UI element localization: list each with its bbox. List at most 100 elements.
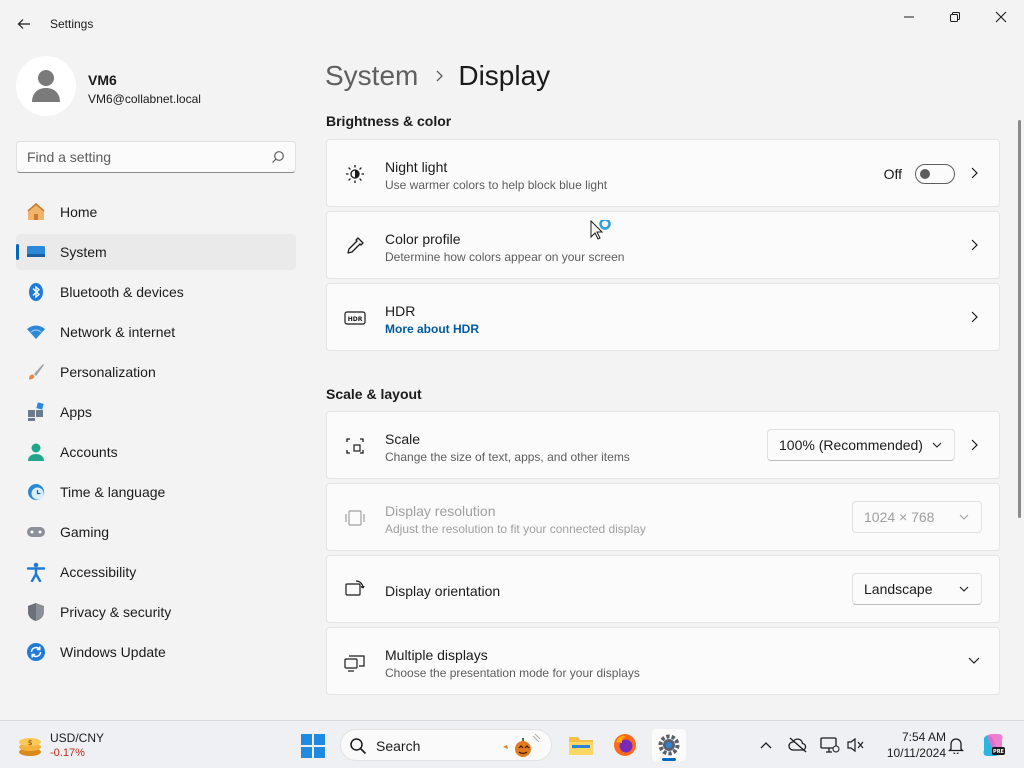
firefox-button[interactable]	[608, 729, 642, 761]
sidebar-item-label: Network & internet	[60, 324, 176, 340]
sidebar-item-home[interactable]: Home	[16, 194, 296, 230]
section-title-scale-layout: Scale & layout	[326, 386, 422, 402]
clock-globe-icon	[26, 482, 46, 502]
settings-taskbar-button[interactable]	[652, 729, 686, 761]
scale-dropdown-value: 100% (Recommended)	[779, 437, 923, 453]
bell-icon	[948, 738, 964, 754]
show-hidden-icons-button[interactable]	[756, 735, 776, 755]
resolution-icon	[344, 507, 366, 529]
orientation-icon	[344, 579, 366, 601]
sidebar-item-system[interactable]: System	[16, 234, 296, 270]
sidebar-item-label: Home	[60, 204, 98, 220]
page-title: Display	[458, 60, 551, 91]
night-light-card[interactable]: Night light Use warmer colors to help bl…	[326, 139, 1000, 207]
sidebar-item-label: Accounts	[60, 444, 118, 460]
chevron-right-icon[interactable]	[967, 438, 981, 452]
accessibility-icon	[26, 562, 46, 582]
copilot-button[interactable]: PRE	[980, 732, 1006, 758]
sidebar-item-label: Bluetooth & devices	[60, 284, 184, 300]
sidebar-item-windows-update[interactable]: Windows Update	[16, 634, 296, 670]
clock-date: 10/11/2024	[886, 746, 946, 760]
multiple-displays-subtitle: Choose the presentation mode for your di…	[385, 666, 640, 680]
orientation-dropdown[interactable]: Landscape	[852, 573, 982, 605]
chevron-down-icon[interactable]	[967, 654, 981, 668]
accounts-icon	[26, 442, 46, 462]
stock-widget[interactable]: $ USD/CNY -0.17%	[16, 729, 126, 761]
brightness-icon	[344, 163, 366, 185]
sidebar-item-gaming[interactable]: Gaming	[16, 514, 296, 550]
network-tray-button[interactable]	[788, 735, 808, 755]
clock-time: 7:54 AM	[901, 730, 946, 744]
monitor-icon	[820, 737, 840, 753]
scale-dropdown[interactable]: 100% (Recommended)	[767, 429, 955, 461]
color-profile-card[interactable]: Color profile Determine how colors appea…	[326, 211, 1000, 279]
resolution-dropdown: 1024 × 768	[852, 501, 982, 533]
search-input[interactable]	[27, 148, 262, 166]
search-icon[interactable]	[271, 150, 285, 164]
hdr-card[interactable]: HDR HDR More about HDR	[326, 283, 1000, 351]
display-orientation-card[interactable]: Display orientation Landscape	[326, 555, 1000, 623]
night-light-toggle-group: Off	[884, 164, 955, 184]
sidebar-item-accounts[interactable]: Accounts	[16, 434, 296, 470]
search-icon	[350, 738, 367, 755]
chevron-right-icon[interactable]	[967, 166, 981, 180]
title-bar: Settings	[0, 0, 1024, 48]
scale-icon	[344, 435, 366, 457]
apps-icon	[26, 402, 46, 422]
sidebar-item-label: Accessibility	[60, 564, 137, 580]
volume-tray-button[interactable]	[846, 735, 866, 755]
pumpkin-icon	[503, 733, 541, 757]
sidebar-item-label: Privacy & security	[60, 604, 172, 620]
sidebar-item-accessibility[interactable]: Accessibility	[16, 554, 296, 590]
scale-card[interactable]: Scale Change the size of text, apps, and…	[326, 411, 1000, 479]
copilot-icon: PRE	[983, 734, 1005, 756]
multiple-displays-icon	[344, 651, 366, 673]
brush-icon	[26, 362, 46, 382]
hdr-title: HDR	[385, 303, 416, 319]
resolution-dropdown-value: 1024 × 768	[864, 509, 935, 525]
chevron-down-icon	[959, 514, 969, 520]
breadcrumb-parent[interactable]: System	[325, 60, 418, 92]
orientation-dropdown-value: Landscape	[864, 581, 933, 597]
sidebar-nav: Home System Bluetooth & devices Network …	[16, 194, 296, 674]
breadcrumb: System Display	[325, 58, 550, 94]
taskbar-search[interactable]: Search	[340, 729, 552, 761]
chevron-right-icon	[434, 70, 444, 82]
sidebar-item-network[interactable]: Network & internet	[16, 314, 296, 350]
start-button[interactable]	[300, 733, 326, 759]
night-light-toggle[interactable]	[915, 164, 955, 184]
user-profile[interactable]: VM6 VM6@collabnet.local	[16, 56, 296, 118]
sidebar-item-time-language[interactable]: Time & language	[16, 474, 296, 510]
settings-icon	[658, 734, 680, 756]
minimize-button[interactable]	[886, 4, 932, 30]
back-button[interactable]	[10, 10, 38, 38]
sidebar-item-label: Gaming	[60, 524, 110, 540]
display-tray-button[interactable]	[820, 735, 840, 755]
multiple-displays-card[interactable]: Multiple displays Choose the presentatio…	[326, 627, 1000, 695]
chevron-up-icon	[760, 742, 772, 749]
back-arrow-icon	[17, 19, 30, 29]
chevron-right-icon[interactable]	[967, 238, 981, 252]
file-explorer-button[interactable]	[564, 729, 598, 761]
close-button[interactable]	[978, 4, 1024, 30]
more-about-hdr-link[interactable]: More about HDR	[385, 322, 479, 336]
cloud-offline-icon	[788, 737, 807, 753]
sidebar-item-label: System	[60, 244, 107, 260]
chevron-right-icon[interactable]	[967, 310, 981, 324]
avatar	[16, 56, 76, 116]
sidebar-item-bluetooth[interactable]: Bluetooth & devices	[16, 274, 296, 310]
profile-name: VM6	[88, 72, 117, 88]
scrollbar[interactable]	[1018, 120, 1021, 518]
sidebar-item-label: Personalization	[60, 364, 156, 380]
sidebar-item-label: Time & language	[60, 484, 166, 500]
find-setting-search[interactable]	[16, 141, 296, 173]
display-resolution-subtitle: Adjust the resolution to fit your connec…	[385, 522, 646, 536]
sidebar-item-privacy[interactable]: Privacy & security	[16, 594, 296, 630]
toggle-state-label: Off	[883, 166, 902, 182]
sidebar-item-apps[interactable]: Apps	[16, 394, 296, 430]
taskbar-clock[interactable]: 7:54 AM 10/11/2024	[870, 729, 946, 761]
sidebar-item-personalization[interactable]: Personalization	[16, 354, 296, 390]
notifications-button[interactable]	[946, 735, 966, 755]
app-title: Settings	[50, 17, 94, 31]
maximize-button[interactable]	[932, 4, 978, 30]
